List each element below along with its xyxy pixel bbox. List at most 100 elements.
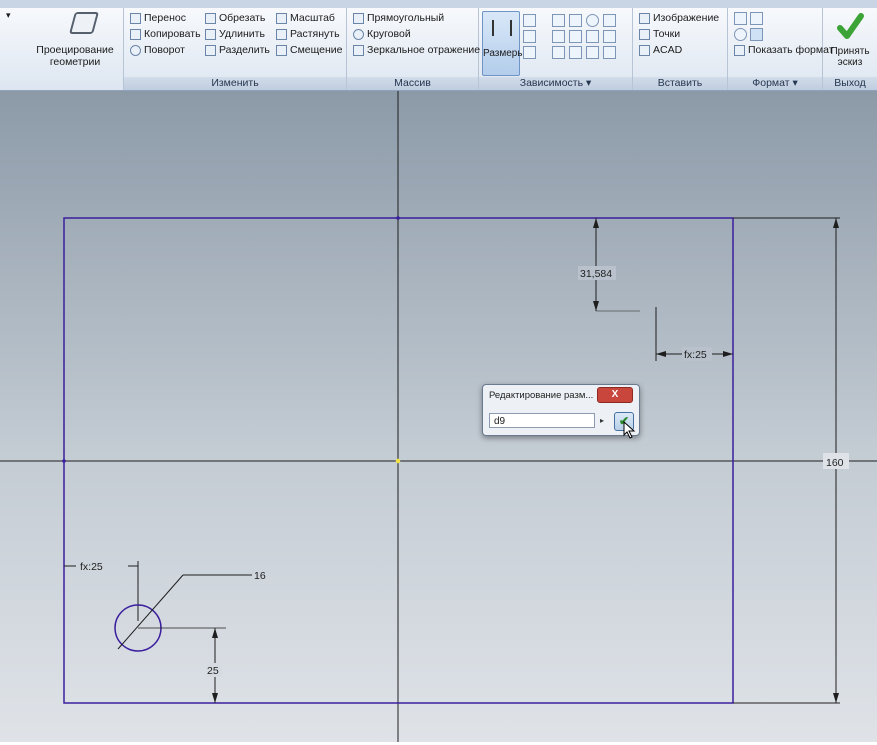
fix-lock-icon[interactable] — [603, 14, 616, 27]
dim-height-arrow-bottom — [833, 693, 839, 703]
insert-acad-button[interactable]: ACAD — [639, 44, 682, 56]
center-line-icon[interactable] — [750, 12, 763, 25]
dimension-icon — [492, 20, 512, 36]
move-button[interactable]: Перенос — [130, 12, 186, 24]
stretch-button[interactable]: Растянуть — [276, 28, 340, 40]
mirror-button[interactable]: Зеркальное отражение — [353, 44, 480, 56]
offset-icon — [276, 44, 287, 56]
dimension-value-input[interactable]: d9 — [489, 413, 595, 428]
extend-button[interactable]: Удлинить — [205, 28, 265, 40]
finish-sketch-button[interactable]: Принять эскиз — [823, 8, 877, 76]
panel-modify-title[interactable]: Изменить — [124, 77, 346, 90]
project-geometry-button[interactable]: Проецирование геометрии — [30, 44, 120, 68]
dim-fx-left-value[interactable]: fx:25 — [80, 561, 103, 573]
dim-top-arrow-down — [593, 301, 599, 311]
panel-format: Показать формат Формат ▾ — [728, 8, 834, 90]
insert-image-button[interactable]: Изображение — [639, 12, 719, 24]
equal-icon[interactable] — [603, 46, 616, 59]
dropdown-arrow-icon[interactable]: ▾ — [6, 10, 11, 21]
concentric-icon[interactable] — [586, 14, 599, 27]
dim-fx-right-value[interactable]: fx:25 — [684, 349, 707, 361]
origin-point — [395, 458, 401, 464]
auto-dimension-icon[interactable] — [523, 14, 536, 27]
panel-pattern: Прямоугольный Круговой Зеркальное отраже… — [347, 8, 480, 90]
scale-label: Масштаб — [290, 12, 335, 24]
finish-label-1: Принять — [830, 46, 870, 57]
dim-fx-right-arrow-right — [723, 351, 733, 357]
coincident-icon[interactable] — [552, 14, 565, 27]
offset-label: Смещение — [290, 44, 343, 56]
rotate-button[interactable]: Поворот — [130, 44, 185, 56]
horizontal-icon[interactable] — [586, 30, 599, 43]
image-icon — [639, 12, 650, 24]
move-label: Перенос — [144, 12, 186, 24]
dim-height-value[interactable]: 160 — [826, 457, 844, 469]
insert-points-button[interactable]: Точки — [639, 28, 680, 40]
split-label: Разделить — [219, 44, 270, 56]
close-button[interactable]: X — [597, 387, 633, 403]
dimension-button[interactable]: Размеры — [482, 11, 525, 76]
flyout-arrow-icon[interactable]: ▸ — [596, 413, 608, 428]
panel-modify: Перенос Копировать Поворот Обрезать Удли… — [124, 8, 347, 90]
symmetric-icon[interactable] — [586, 46, 599, 59]
scale-icon — [276, 12, 287, 24]
parallel-icon[interactable] — [552, 30, 565, 43]
offset-button[interactable]: Смещение — [276, 44, 343, 56]
dim-bottom-arrow-up — [212, 628, 218, 638]
panel-exit: Принять эскиз Выход — [823, 8, 877, 90]
checkmark-icon — [837, 13, 864, 39]
edit-dimension-dialog: Редактирование разм... X d9 ▸ ✔ — [482, 384, 640, 439]
constraint-settings-icon[interactable] — [523, 46, 536, 59]
insert-acad-label: ACAD — [653, 44, 683, 56]
driven-dimension-icon[interactable] — [750, 28, 763, 41]
panel-pattern-title: Массив — [347, 77, 478, 90]
dim-fx-right-arrow-left — [656, 351, 666, 357]
show-constraints-icon[interactable] — [523, 30, 536, 43]
sketch-drawing: 160 31,584 fx:25 fx:25 16 25 — [0, 91, 877, 742]
rectangular-pattern-label: Прямоугольный — [367, 12, 445, 24]
copy-icon — [130, 28, 141, 40]
center-point-icon[interactable] — [734, 28, 747, 41]
midpoint-left — [62, 459, 66, 463]
circular-pattern-label: Круговой — [367, 28, 411, 40]
rectangular-pattern-button[interactable]: Прямоугольный — [353, 12, 444, 24]
show-format-label: Показать формат — [748, 44, 834, 56]
dim-diameter-line — [117, 574, 184, 650]
smooth-icon[interactable] — [569, 46, 582, 59]
panel-format-title[interactable]: Формат ▾ — [728, 77, 822, 90]
panel-project: ▾ Проецирование геометрии — [0, 8, 124, 90]
collinear-icon[interactable] — [569, 14, 582, 27]
dim-height-arrow-top — [833, 218, 839, 228]
mirror-label: Зеркальное отражение — [367, 44, 481, 56]
split-button[interactable]: Разделить — [205, 44, 270, 56]
dim-bottom-value[interactable]: 25 — [207, 665, 219, 677]
extend-label: Удлинить — [219, 28, 265, 40]
dim-top-value[interactable]: 31,584 — [580, 268, 612, 280]
show-format-button[interactable]: Показать формат — [734, 44, 834, 56]
title-strip — [0, 0, 877, 8]
points-icon — [639, 28, 650, 40]
dim-diameter-value[interactable]: 16 — [254, 570, 266, 582]
scale-button[interactable]: Масштаб — [276, 12, 335, 24]
tangent-icon[interactable] — [552, 46, 565, 59]
trim-button[interactable]: Обрезать — [205, 12, 265, 24]
perpendicular-icon[interactable] — [569, 30, 582, 43]
acad-icon — [639, 44, 650, 56]
dim-bottom-arrow-down — [212, 693, 218, 703]
sketch-canvas[interactable]: 160 31,584 fx:25 fx:25 16 25 — [0, 91, 877, 742]
panel-constrain: Размеры Зависимость ▾ — [479, 8, 633, 90]
ribbon: ▾ Проецирование геометрии Перенос Копиро… — [0, 8, 877, 91]
panel-constrain-title[interactable]: Зависимость ▾ — [479, 77, 632, 90]
project-label-2: геометрии — [49, 56, 101, 68]
extend-icon — [205, 28, 216, 40]
finish-label-2: эскиз — [837, 57, 863, 68]
vertical-icon[interactable] — [603, 30, 616, 43]
panel-exit-title: Выход — [823, 77, 877, 90]
insert-image-label: Изображение — [653, 12, 720, 24]
copy-button[interactable]: Копировать — [130, 28, 201, 40]
construction-icon[interactable] — [734, 12, 747, 25]
show-format-icon — [734, 44, 745, 56]
project-geometry-icon[interactable] — [69, 12, 99, 34]
mirror-icon — [353, 44, 364, 56]
circular-pattern-button[interactable]: Круговой — [353, 28, 411, 40]
